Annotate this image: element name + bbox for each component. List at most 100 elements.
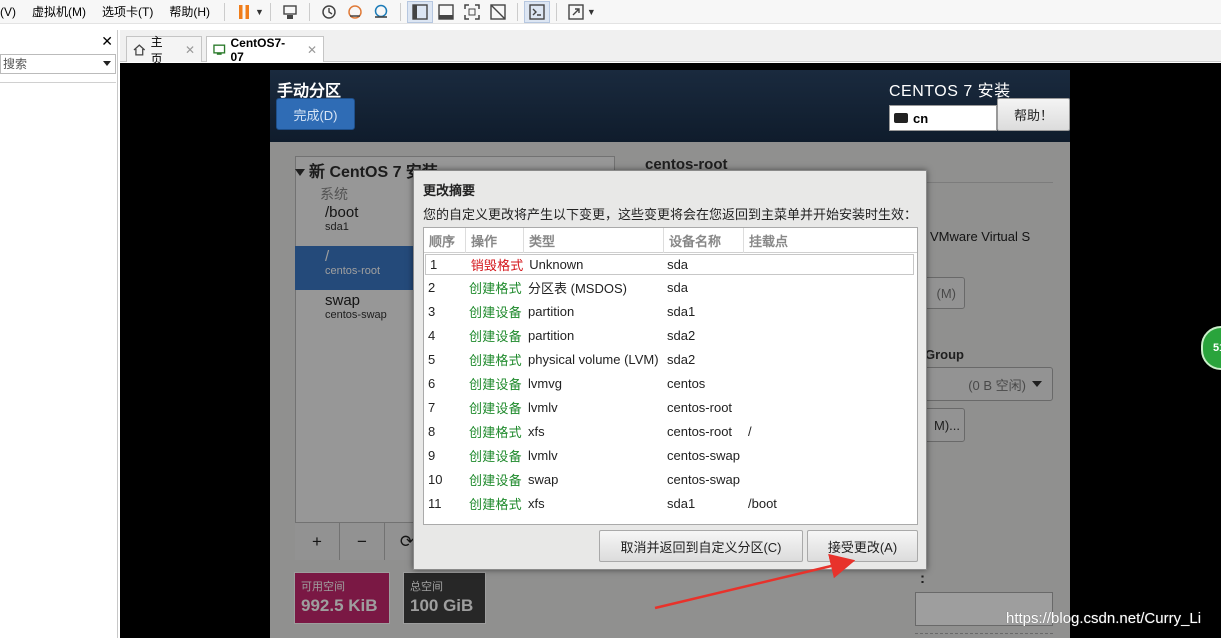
close-icon[interactable]: ✕	[185, 43, 195, 57]
row-type: lvmlv	[528, 447, 558, 463]
row-action: 创建设备	[469, 400, 522, 416]
table-row[interactable]: 6 创建设备 lvmvg centos	[424, 371, 917, 395]
watermark: https://blog.csdn.net/Curry_Li	[1006, 610, 1202, 627]
snapshot-icon[interactable]	[316, 1, 342, 23]
table-row[interactable]: 5 创建格式 physical volume (LVM) sda2	[424, 347, 917, 371]
snapshot-manager-icon[interactable]	[368, 1, 394, 23]
console-icon[interactable]	[523, 0, 550, 23]
row-type: swap	[528, 471, 559, 487]
table-row[interactable]: 8 创建格式 xfs centos-root /	[424, 419, 917, 443]
table-row[interactable]: 7 创建设备 lvmlv centos-root	[424, 395, 917, 419]
row-device: centos-root	[667, 399, 733, 415]
chevron-down-icon[interactable]: ▼	[255, 7, 264, 17]
row-type: xfs	[528, 423, 545, 439]
cancel-and-return-button[interactable]: 取消并返回到自定义分区(C)	[599, 530, 803, 562]
unity-icon[interactable]	[433, 1, 459, 23]
column-header-order[interactable]: 顺序	[424, 228, 466, 253]
table-row[interactable]: 10 创建设备 swap centos-swap	[424, 467, 917, 491]
toolbar-separator	[224, 2, 225, 21]
toolbar-separator	[308, 2, 310, 21]
chevron-down-icon[interactable]	[103, 61, 111, 66]
row-device: sda2	[667, 351, 696, 367]
search-placeholder: 搜索	[3, 57, 28, 71]
table-row[interactable]: 1 销毁格式 Unknown sda	[425, 254, 914, 275]
column-header-device[interactable]: 设备名称	[664, 228, 744, 253]
close-icon[interactable]: ✕	[101, 33, 113, 50]
row-order: 1	[430, 257, 438, 272]
help-button[interactable]: 帮助！	[997, 98, 1070, 131]
menu-view[interactable]: (V)	[0, 5, 24, 19]
row-device: sda2	[667, 327, 696, 343]
row-device: centos-swap	[667, 471, 740, 487]
fit-guest-icon[interactable]	[485, 1, 511, 23]
dialog-message: 您的自定义更改将产生以下变更，这些变更将会在您返回到主菜单并开始安装时生效：	[423, 207, 918, 222]
library-view-icon[interactable]	[406, 0, 433, 23]
row-type: partition	[528, 303, 575, 319]
library-tree[interactable]	[0, 82, 116, 638]
tab-home[interactable]: 主页 ✕	[126, 35, 202, 66]
row-order: 7	[428, 399, 436, 415]
row-action: 创建设备	[469, 304, 522, 320]
row-action: 创建设备	[469, 472, 522, 488]
accept-changes-button[interactable]: 接受更改(A)	[807, 530, 918, 562]
library-search-input[interactable]: 搜索	[0, 54, 116, 74]
row-order: 4	[428, 327, 436, 343]
keyboard-layout-label: cn	[913, 110, 929, 126]
row-order: 8	[428, 423, 436, 439]
row-action: 创建设备	[469, 328, 522, 344]
row-order: 9	[428, 447, 436, 463]
row-type: lvmvg	[528, 375, 562, 391]
fullscreen-icon[interactable]	[459, 1, 485, 23]
menu-tabs[interactable]: 选项卡(T)	[94, 3, 161, 20]
row-action: 创建格式	[469, 496, 522, 512]
row-mountpoint: /	[748, 423, 752, 439]
row-order: 2	[428, 279, 436, 295]
row-device: centos-swap	[667, 447, 740, 463]
row-type: xfs	[528, 495, 545, 511]
row-order: 10	[428, 471, 443, 487]
toolbar-separator	[269, 2, 271, 21]
product-title: CENTOS 7 安装	[889, 83, 1011, 100]
keyboard-layout-indicator[interactable]: cn	[889, 105, 997, 131]
row-action: 创建设备	[469, 448, 522, 464]
row-device: centos-root	[667, 423, 733, 439]
menu-bar: (V) 虚拟机(M) 选项卡(T) 帮助(H) ▼ ▼	[0, 0, 1221, 24]
row-action: 创建格式	[469, 352, 522, 368]
revert-snapshot-icon[interactable]	[342, 1, 368, 23]
tab-vm[interactable]: CentOS7-07 ✕	[206, 36, 324, 64]
menu-vm[interactable]: 虚拟机(M)	[24, 3, 94, 20]
chevron-down-icon[interactable]: ▼	[587, 7, 596, 17]
toolbar-separator	[516, 2, 518, 21]
table-row[interactable]: 11 创建格式 xfs sda1/boot	[424, 491, 917, 515]
library-panel: ✕ 搜索	[0, 30, 118, 638]
column-header-action[interactable]: 操作	[466, 228, 524, 253]
column-header-type[interactable]: 类型	[524, 228, 664, 253]
table-body: 1 销毁格式 Unknown sda 2 创建格式 分区表 (MSDOS) sda 3 创建设备 p…	[424, 254, 917, 515]
send-ctrl-alt-del-icon[interactable]	[277, 1, 303, 23]
vm-icon	[213, 44, 226, 55]
close-icon[interactable]: ✕	[307, 43, 317, 57]
tab-bar: 主页 ✕ CentOS7-07 ✕	[120, 30, 1221, 66]
row-device: centos	[667, 375, 706, 391]
row-device: sda	[667, 279, 688, 295]
installer-header: 手动分区 完成(D) CENTOS 7 安装 cn 帮助！	[270, 70, 1070, 142]
stretch-icon[interactable]	[563, 1, 589, 23]
done-button[interactable]: 完成(D)	[276, 98, 355, 130]
table-row[interactable]: 2 创建格式 分区表 (MSDOS) sda	[424, 275, 917, 299]
pause-icon[interactable]	[231, 1, 257, 23]
row-order: 3	[428, 303, 436, 319]
table-header: 顺序 操作 类型 设备名称 挂载点	[424, 228, 917, 253]
table-row[interactable]: 9 创建设备 lvmlv centos-swap	[424, 443, 917, 467]
row-action: 销毁格式	[470, 258, 524, 273]
toolbar-separator	[399, 2, 401, 21]
row-order: 6	[428, 375, 436, 391]
table-row[interactable]: 3 创建设备 partition sda1	[424, 299, 917, 323]
column-header-mountpoint[interactable]: 挂载点	[744, 228, 917, 253]
keyboard-icon	[894, 113, 908, 123]
menu-help[interactable]: 帮助(H)	[161, 3, 218, 20]
table-row[interactable]: 4 创建设备 partition sda2	[424, 323, 917, 347]
changes-table[interactable]: 顺序 操作 类型 设备名称 挂载点 1 销毁格式 Unknown sda 2 创建格式 分区…	[423, 227, 918, 525]
row-type: Unknown	[529, 257, 584, 272]
home-icon	[133, 44, 146, 56]
row-device: sda1	[667, 495, 696, 511]
